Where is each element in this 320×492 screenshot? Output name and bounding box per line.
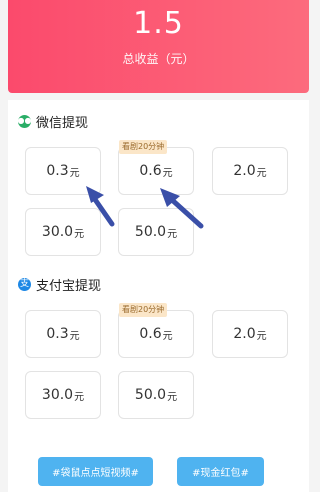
cash-red-packet-button[interactable]: #现金红包# [177, 457, 264, 486]
amount-value: 30.0 [41, 224, 74, 240]
wechat-title-label: 微信提现 [36, 115, 89, 131]
task-tag: 看剧20分钟 [119, 303, 168, 317]
total-earnings-value: 1.5 [133, 6, 184, 41]
amount-value: 2.0 [233, 326, 256, 342]
amount-value: 0.6 [139, 163, 162, 179]
amount-unit: 元 [256, 167, 267, 179]
task-tag: 看剧20分钟 [119, 140, 168, 154]
amount-unit: 元 [74, 228, 85, 240]
earnings-header: 1.5 总收益（元） [8, 0, 309, 93]
wechat-section-title: ●● 微信提现 [18, 112, 89, 131]
amount-value: 50.0 [134, 224, 167, 240]
amount-value: 0.3 [46, 163, 69, 179]
amount-unit: 元 [162, 167, 173, 179]
alipay-amount-option[interactable]: 0.3 元 [25, 310, 101, 358]
amount-unit: 元 [69, 330, 80, 342]
alipay-amount-option[interactable]: 30.0 元 [25, 371, 101, 419]
amount-unit: 元 [74, 391, 85, 403]
amount-unit: 元 [162, 330, 173, 342]
alipay-amount-option[interactable]: 50.0 元 [118, 371, 194, 419]
wechat-amount-option[interactable]: 50.0 元 [118, 208, 194, 256]
amount-unit: 元 [69, 167, 80, 179]
alipay-section-title: 支 支付宝提现 [18, 275, 102, 294]
alipay-icon: 支 [18, 277, 31, 291]
alipay-amount-option[interactable]: 2.0 元 [212, 310, 288, 358]
amount-unit: 元 [167, 228, 178, 240]
amount-unit: 元 [256, 330, 267, 342]
wechat-icon: ●● [18, 114, 31, 128]
total-earnings-label: 总收益（元） [122, 52, 195, 66]
amount-value: 30.0 [41, 387, 74, 403]
alipay-title-label: 支付宝提现 [36, 278, 102, 294]
wechat-amount-option[interactable]: 看剧20分钟 0.6 元 [118, 140, 194, 195]
short-video-button[interactable]: #袋鼠点点短视频# [38, 457, 153, 486]
amount-value: 0.6 [139, 326, 162, 342]
wechat-amount-option[interactable]: 0.3 元 [25, 147, 101, 195]
wechat-amount-option[interactable]: 2.0 元 [212, 147, 288, 195]
amount-unit: 元 [167, 391, 178, 403]
alipay-amount-option[interactable]: 看剧20分钟 0.6 元 [118, 303, 194, 358]
wechat-amount-option[interactable]: 30.0 元 [25, 208, 101, 256]
amount-value: 2.0 [233, 163, 256, 179]
amount-value: 50.0 [134, 387, 167, 403]
amount-value: 0.3 [46, 326, 69, 342]
